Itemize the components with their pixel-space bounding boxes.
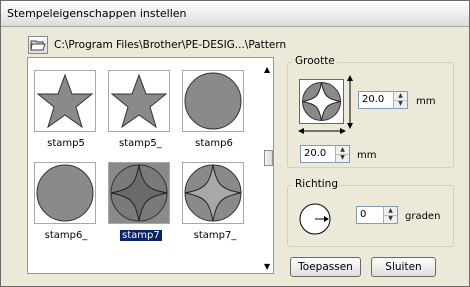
direction-group-label: Richting — [293, 178, 340, 190]
height-spin-buttons: ▲ ▼ — [393, 92, 407, 108]
stamp-item-stamp5-outline[interactable] — [108, 70, 170, 132]
height-spinbox[interactable]: 20.0 ▲ ▼ — [358, 91, 408, 109]
stamp-label-selected: stamp7 — [120, 230, 162, 241]
stamp-label: stamp5_ — [119, 138, 162, 149]
circle-icon — [184, 72, 242, 130]
size-group-label: Grootte — [293, 55, 337, 67]
direction-spin-buttons: ▲ ▼ — [383, 207, 397, 223]
size-preview — [299, 79, 344, 124]
stamp-item-stamp6[interactable] — [182, 70, 244, 132]
stamp-label: stamp6 — [195, 138, 233, 149]
width-spin-buttons: ▲ ▼ — [335, 146, 349, 162]
astroid-icon — [184, 164, 242, 222]
scroll-up-arrow-icon[interactable]: ▲ — [264, 65, 270, 74]
height-arrow-icon — [347, 75, 353, 129]
width-unit: mm — [357, 150, 377, 161]
stamp-item-stamp6-outline[interactable] — [34, 162, 96, 224]
stamp-label: stamp5 — [47, 138, 85, 149]
direction-unit: graden — [405, 211, 441, 222]
spin-down-arrow-icon[interactable]: ▼ — [336, 154, 349, 162]
open-folder-button[interactable] — [28, 36, 48, 54]
stamp-label: stamp7_ — [193, 230, 237, 241]
title-bar: Stempeleigenschappen instellen — [1, 1, 469, 27]
width-arrow-icon — [298, 128, 346, 134]
direction-dial-icon — [299, 203, 331, 235]
open-folder-icon — [30, 40, 46, 51]
circle-icon — [36, 164, 94, 222]
scroll-thumb[interactable] — [264, 150, 273, 166]
apply-button[interactable]: Toepassen — [290, 257, 361, 277]
spin-down-arrow-icon[interactable]: ▼ — [384, 215, 397, 223]
star-icon — [110, 73, 168, 129]
window-title: Stempeleigenschappen instellen — [7, 7, 187, 20]
height-value: 20.0 — [362, 94, 385, 105]
close-button[interactable]: Sluiten — [371, 257, 436, 277]
scroll-down-arrow-icon[interactable]: ▼ — [264, 262, 270, 271]
width-value: 20.0 — [304, 148, 327, 159]
stamp-item-stamp7-selected[interactable] — [108, 162, 170, 224]
astroid-icon — [302, 82, 341, 121]
width-spinbox[interactable]: 20.0 ▲ ▼ — [300, 145, 350, 163]
stamp-item-stamp5[interactable] — [34, 70, 96, 132]
direction-value: 0 — [360, 209, 367, 220]
folder-path: C:\Program Files\Brother\PE-DESIG...\Pat… — [54, 39, 287, 51]
stamp-label: stamp6_ — [44, 230, 88, 241]
astroid-icon — [110, 164, 168, 222]
spin-down-arrow-icon[interactable]: ▼ — [394, 100, 407, 108]
stamp-item-stamp7-outline[interactable] — [182, 162, 244, 224]
star-icon — [36, 73, 94, 129]
height-unit: mm — [416, 96, 436, 107]
direction-spinbox[interactable]: 0 ▲ ▼ — [356, 206, 398, 224]
